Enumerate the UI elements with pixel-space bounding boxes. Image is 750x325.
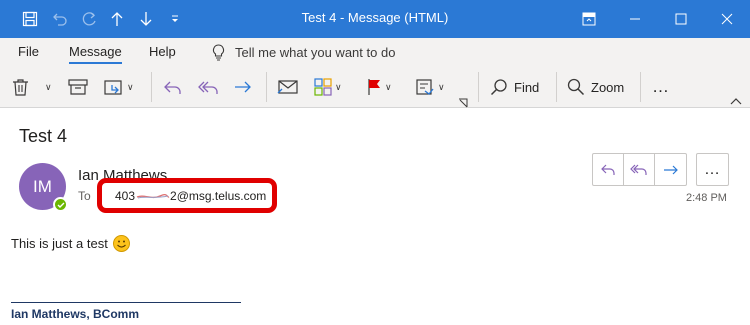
read-unread-button[interactable] <box>277 74 299 100</box>
tab-file[interactable]: File <box>18 44 39 59</box>
search-icon <box>490 79 507 96</box>
categorize-button[interactable]: ∨ <box>314 74 342 100</box>
forward-button[interactable] <box>233 74 253 100</box>
archive-button[interactable] <box>68 74 88 100</box>
rules-icon <box>416 79 434 95</box>
zoom-label: Zoom <box>591 79 625 95</box>
forward-icon <box>235 81 251 93</box>
dialog-launcher[interactable] <box>458 90 468 116</box>
find-button[interactable]: Find <box>490 74 539 100</box>
header-forward-button[interactable] <box>655 154 686 185</box>
mail-envelope-icon <box>277 80 298 94</box>
message-subject: Test 4 <box>19 126 68 146</box>
reply-all-icon <box>198 81 218 94</box>
message-body: This is just a test <box>11 235 130 252</box>
ribbon-display-options-icon[interactable] <box>566 0 612 38</box>
lightbulb-icon <box>213 43 224 61</box>
message-action-group <box>592 153 687 186</box>
ribbon-separator <box>266 72 267 102</box>
collapse-ribbon-button[interactable] <box>730 88 742 114</box>
ribbon-separator <box>151 72 152 102</box>
archive-icon <box>68 79 88 95</box>
find-label: Find <box>514 79 540 95</box>
categorize-icon <box>314 78 332 96</box>
chevron-up-icon <box>730 98 742 105</box>
to-label: To <box>78 189 91 203</box>
reply-all-button[interactable] <box>198 74 220 100</box>
signature-name: Ian Matthews, BComm <box>11 307 140 321</box>
highlight-annotation-box <box>97 178 277 213</box>
close-button[interactable] <box>704 0 750 38</box>
received-time: 2:48 PM <box>686 192 727 204</box>
active-tab-indicator <box>69 62 122 64</box>
move-button[interactable]: ∨ <box>104 74 134 100</box>
tell-me-text: Tell me what you want to do <box>235 44 396 60</box>
more-commands-button[interactable]: … <box>652 74 670 100</box>
more-actions-label: … <box>704 160 721 178</box>
ribbon-toolbar: ∨ ∨ ∨ ∨ ∨ Find Zoom … <box>0 66 750 108</box>
forward-icon <box>663 165 678 174</box>
zoom-icon <box>567 78 585 96</box>
chevron-down-icon: ∨ <box>45 81 52 92</box>
ribbon-separator <box>556 72 557 102</box>
avatar-initials: IM <box>33 176 52 196</box>
move-folder-icon <box>104 80 122 95</box>
more-label: … <box>652 77 670 96</box>
zoom-button[interactable]: Zoom <box>567 74 624 100</box>
signature-divider <box>11 302 241 303</box>
reply-icon <box>164 81 181 94</box>
header-reply-button[interactable] <box>593 154 624 185</box>
presence-status-icon <box>53 197 68 212</box>
delete-dropdown[interactable]: ∨ <box>42 74 52 100</box>
delete-button[interactable] <box>12 74 29 100</box>
reply-all-icon <box>630 164 647 175</box>
tell-me-search[interactable]: Tell me what you want to do <box>212 42 395 62</box>
smiley-emoji-icon <box>112 235 130 252</box>
tab-help[interactable]: Help <box>149 44 176 59</box>
title-bar: Test 4 - Message (HTML) <box>0 0 750 38</box>
chevron-down-icon: ∨ <box>385 81 392 92</box>
chevron-down-icon: ∨ <box>335 81 342 92</box>
menu-bar: File Message Help Tell me what you want … <box>0 38 750 66</box>
body-text: This is just a test <box>11 236 108 251</box>
more-actions-button[interactable]: … <box>696 153 729 186</box>
reply-icon <box>601 164 615 175</box>
flag-icon <box>368 79 380 95</box>
trash-icon <box>13 79 28 96</box>
rules-button[interactable]: ∨ <box>415 74 445 100</box>
chevron-down-icon: ∨ <box>127 81 134 92</box>
tab-message[interactable]: Message <box>69 44 122 59</box>
header-reply-all-button[interactable] <box>624 154 655 185</box>
minimize-button[interactable] <box>612 0 658 38</box>
follow-up-button[interactable]: ∨ <box>366 74 392 100</box>
ribbon-separator <box>640 72 641 102</box>
expand-corner-icon <box>459 98 468 108</box>
ribbon-separator <box>478 72 479 102</box>
reply-button[interactable] <box>163 74 183 100</box>
maximize-button[interactable] <box>658 0 704 38</box>
chevron-down-icon: ∨ <box>438 81 445 92</box>
